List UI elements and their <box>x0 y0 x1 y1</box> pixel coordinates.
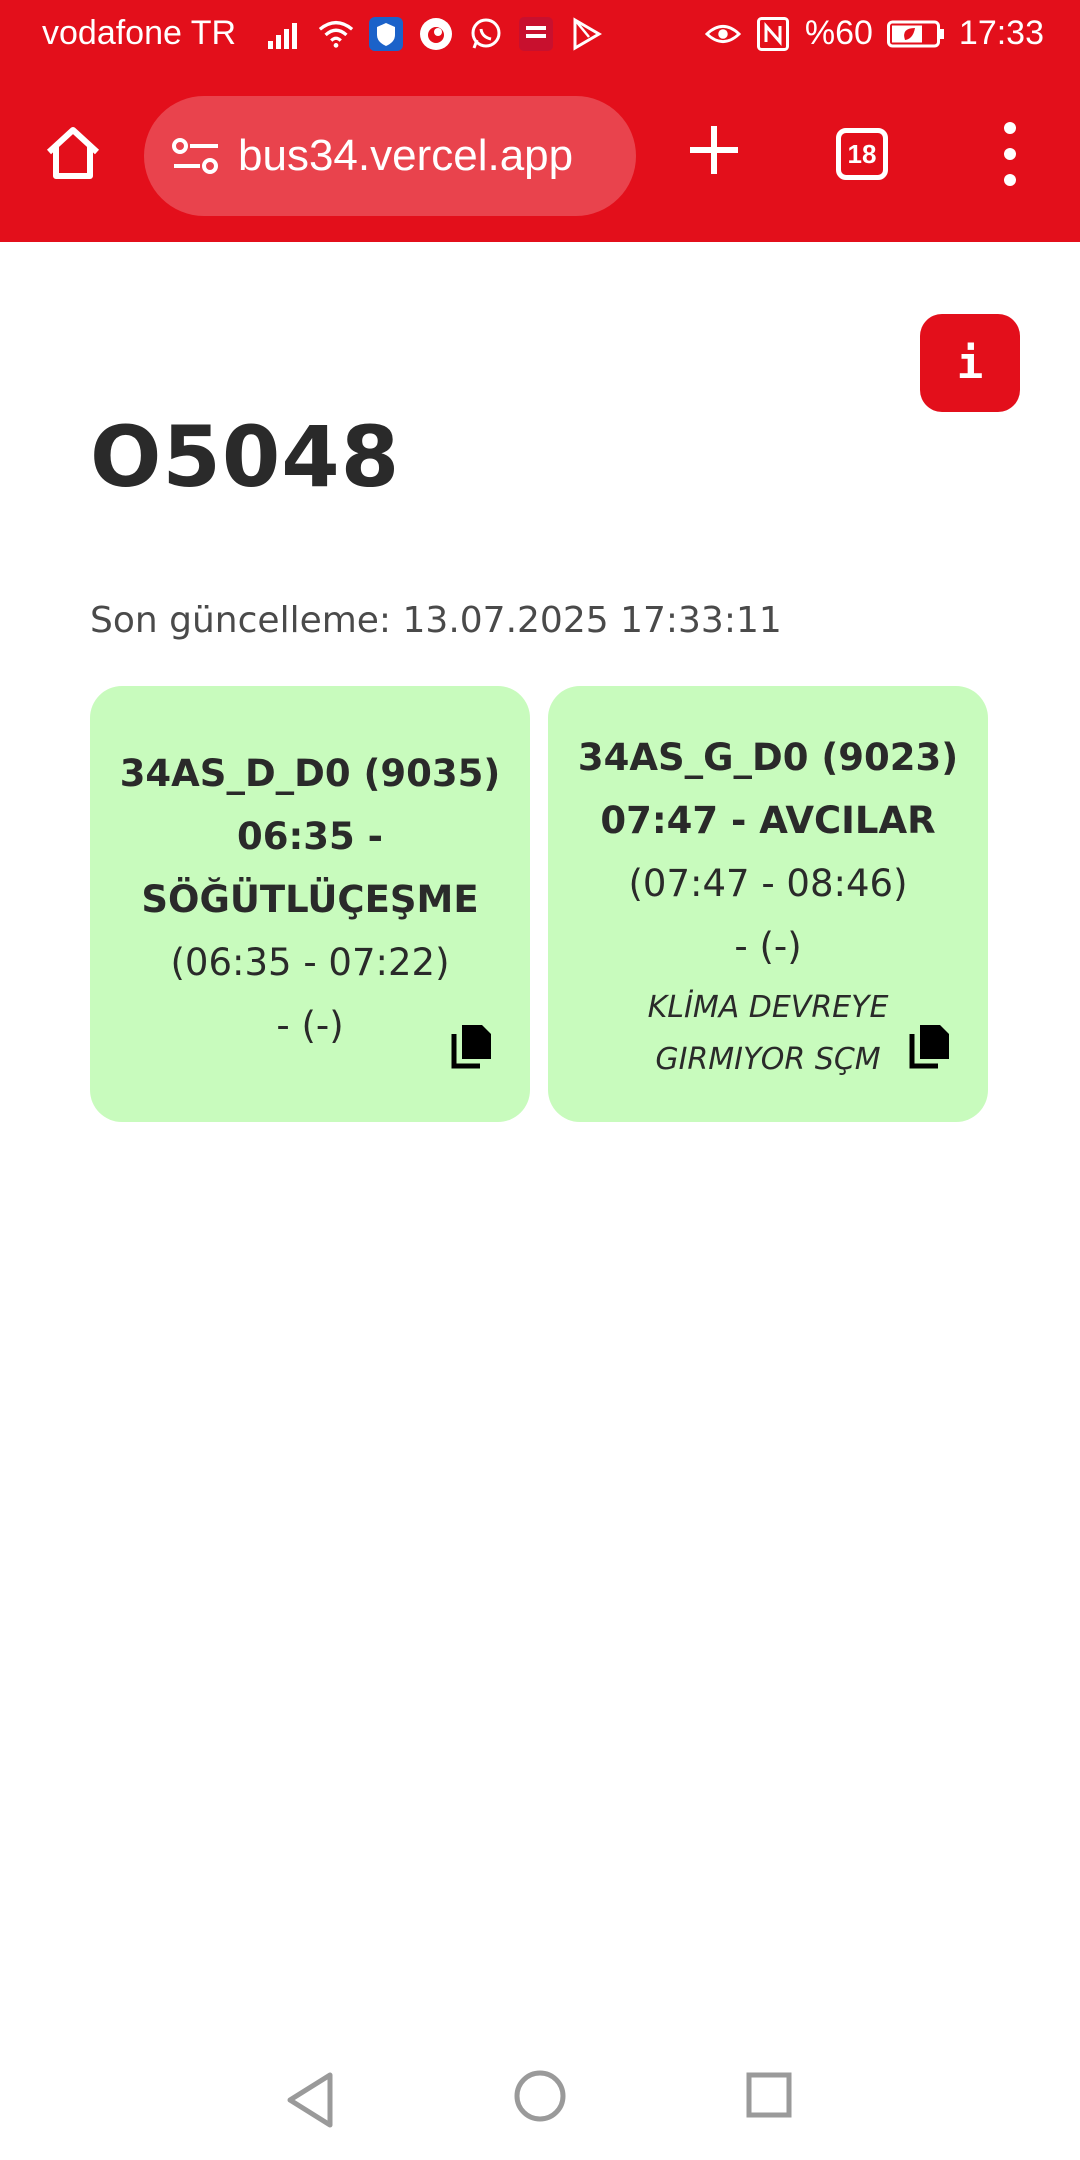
status-notification-icons <box>268 16 604 52</box>
tab-switcher-button[interactable]: 18 <box>836 128 888 180</box>
url-text[interactable]: bus34.vercel.app <box>238 131 573 181</box>
home-button[interactable] <box>38 118 108 188</box>
trip-times: (07:47 - 08:46) <box>628 862 908 905</box>
status-right: %60 17:33 <box>704 14 1044 53</box>
signal-icon <box>268 16 304 52</box>
home-icon <box>46 127 100 179</box>
trip-route-line: SÖĞÜTLÜÇEŞME <box>141 878 479 921</box>
browser-toolbar: bus34.vercel.app 18 <box>0 92 1080 218</box>
menu-dot-icon <box>1004 174 1016 186</box>
battery-percent: %60 <box>804 14 873 52</box>
trip-card[interactable]: 34AS_G_D0 (9023) 07:47 - AVCILAR (07:47 … <box>548 686 988 1122</box>
site-settings-icon[interactable] <box>166 126 226 186</box>
browser-menu-button[interactable] <box>990 122 1030 186</box>
recents-icon[interactable] <box>746 2072 792 2118</box>
trip-route-line: 34AS_D_D0 (9035) <box>119 752 501 795</box>
play-store-icon <box>568 16 604 52</box>
menu-dot-icon <box>1004 122 1016 134</box>
vodafone-icon <box>418 16 454 52</box>
wifi-icon <box>318 16 354 52</box>
trip-card[interactable]: 34AS_D_D0 (9035) 06:35 - SÖĞÜTLÜÇEŞME (0… <box>90 686 530 1122</box>
trip-route-line: 06:35 - <box>236 815 383 858</box>
trip-times: (06:35 - 07:22) <box>170 941 450 984</box>
eye-icon <box>704 16 741 52</box>
carrier-label: vodafone TR <box>42 14 237 52</box>
system-nav-bar <box>0 2040 1080 2160</box>
info-button[interactable]: i <box>920 314 1020 412</box>
menu-dot-icon <box>1004 148 1016 160</box>
clock: 17:33 <box>958 14 1044 52</box>
browser-chrome: vodafone TR %60 17:33 bus34.vercel.app 1… <box>0 0 1080 242</box>
shield-app-icon <box>368 16 404 52</box>
trip-extra: - (-) <box>276 1004 344 1047</box>
status-bar: vodafone TR %60 17:33 <box>0 0 1080 74</box>
address-bar[interactable]: bus34.vercel.app <box>144 96 636 216</box>
trip-note: KLİMA DEVREYE GIRMIYOR SÇM <box>647 990 889 1077</box>
trip-route-line: 34AS_G_D0 (9023) <box>577 736 959 779</box>
new-tab-button[interactable] <box>684 120 744 180</box>
trip-cards: 34AS_D_D0 (9035) 06:35 - SÖĞÜTLÜÇEŞME (0… <box>90 686 988 1122</box>
trip-extra: - (-) <box>734 925 802 968</box>
copy-icon[interactable] <box>908 1022 952 1070</box>
page-title: O5048 <box>90 408 401 506</box>
plus-icon <box>690 126 738 174</box>
whatsapp-icon <box>468 16 504 52</box>
screen: vodafone TR %60 17:33 bus34.vercel.app 1… <box>0 0 1080 2160</box>
nfc-icon <box>755 16 791 52</box>
battery-saver-icon <box>886 16 945 52</box>
copy-icon[interactable] <box>450 1022 494 1070</box>
app-icon <box>518 16 554 52</box>
last-update-text: Son güncelleme: 13.07.2025 17:33:11 <box>90 600 782 641</box>
home-circle-icon[interactable] <box>514 2070 566 2122</box>
back-icon[interactable] <box>282 2070 338 2130</box>
trip-route-line: 07:47 - AVCILAR <box>600 799 936 842</box>
